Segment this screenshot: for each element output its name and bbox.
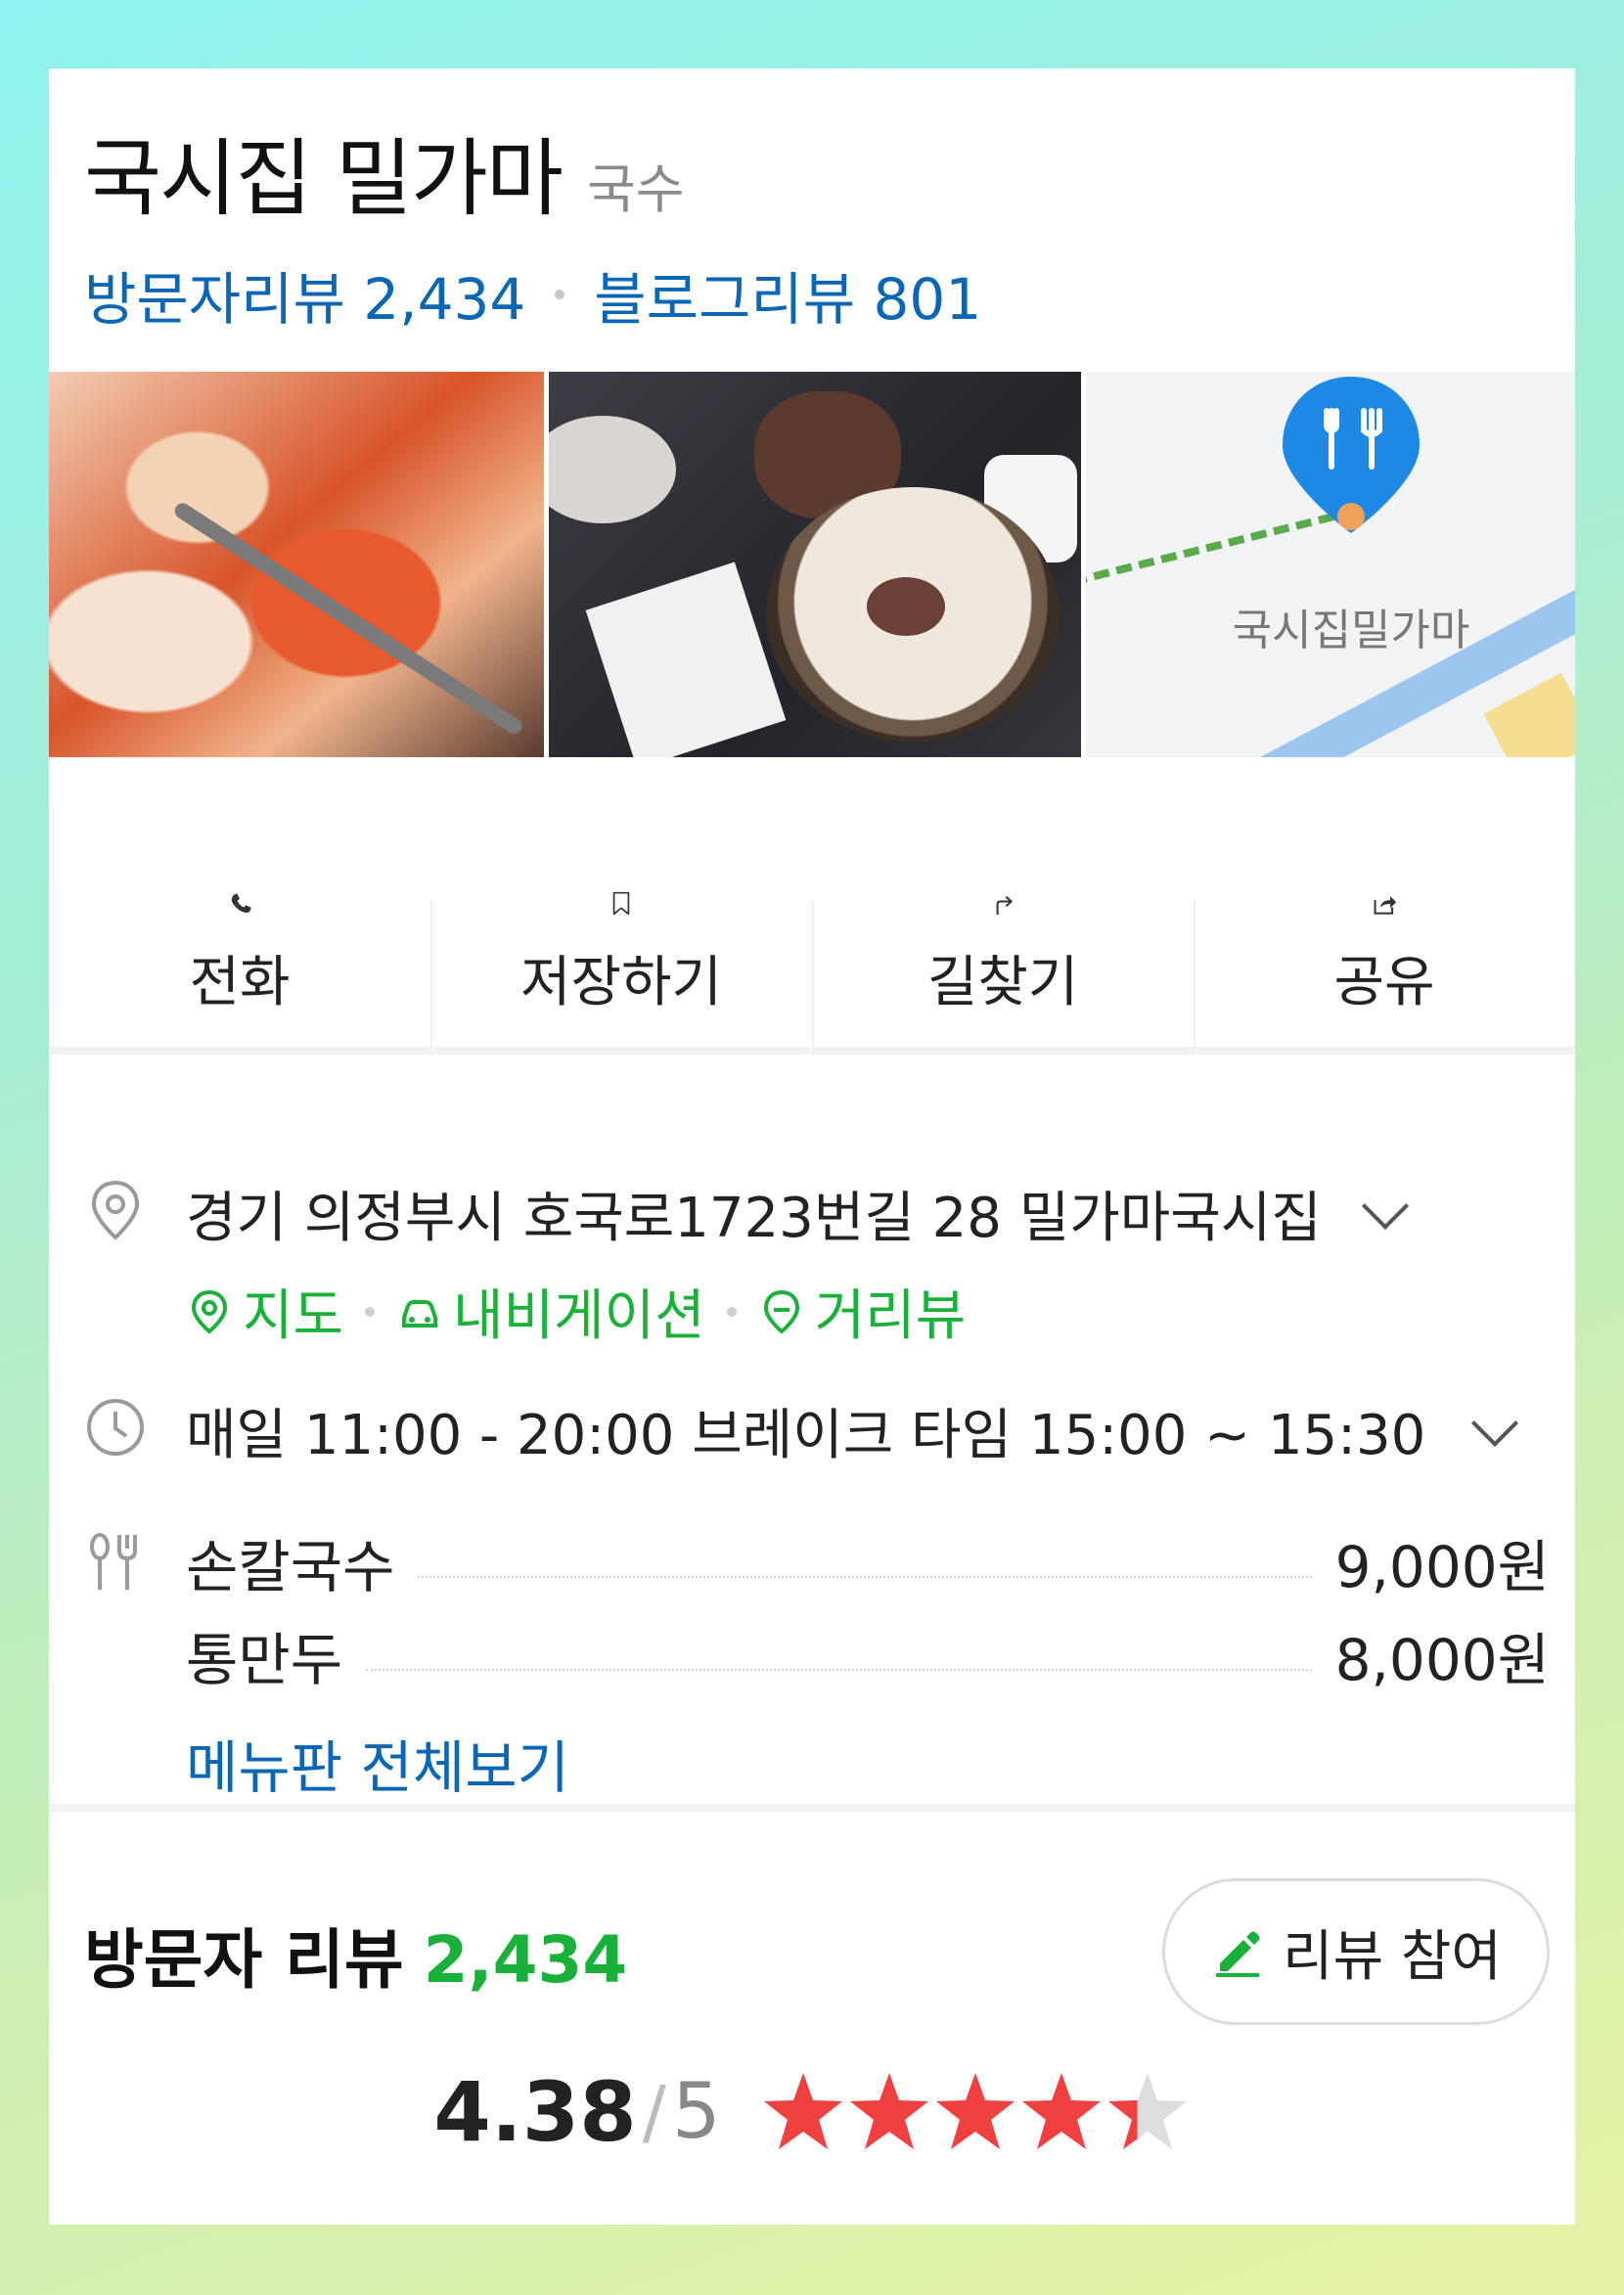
place-category: 국수 — [587, 158, 685, 220]
separator-dot — [555, 290, 565, 299]
call-label: 전화 — [189, 951, 291, 1014]
directions-icon — [996, 895, 1013, 915]
menu-item-name: 통만두 — [186, 1627, 343, 1693]
menu-item-price: 8,000원 — [1334, 1627, 1550, 1693]
save-label: 저장하기 — [519, 951, 723, 1014]
write-review-label: 리뷰 참여 — [1283, 1924, 1502, 1989]
star-icon — [1107, 2073, 1187, 2149]
map-thumbnail[interactable]: 국시집밀가마 — [1085, 372, 1575, 757]
menu-item: 손칼국수 9,000원 — [186, 1521, 1550, 1603]
directions-button[interactable]: 길찾기 — [812, 822, 1194, 1057]
utensils-icon — [90, 1533, 137, 1590]
map-link-label: 지도 — [243, 1284, 344, 1348]
map-link[interactable]: 지도 — [186, 1272, 343, 1351]
star-icon — [763, 2073, 842, 2149]
star-icon — [935, 2073, 1015, 2149]
pencil-icon — [1216, 1931, 1260, 1977]
address-text[interactable]: 경기 의정부시 호국로1723번길 28 밀가마국시집 — [186, 1174, 1409, 1253]
save-button[interactable]: 저장하기 — [430, 822, 812, 1057]
visitor-review-count: 2,434 — [423, 1922, 628, 1998]
menu-item-price: 9,000원 — [1334, 1534, 1550, 1600]
share-icon — [1374, 896, 1397, 915]
visitor-review-link[interactable]: 방문자리뷰 2,434 — [84, 253, 525, 336]
menu-item-name: 손칼국수 — [186, 1534, 395, 1600]
directions-label: 길찾기 — [926, 951, 1079, 1014]
clock-icon — [87, 1399, 144, 1456]
street-view-link-label: 거리뷰 — [814, 1284, 967, 1348]
chevron-down-icon[interactable] — [1471, 1399, 1519, 1448]
star-icon — [1021, 2073, 1101, 2149]
section-divider — [49, 1047, 1575, 1055]
car-icon — [402, 1299, 438, 1328]
dotted-leader — [366, 1640, 1312, 1671]
view-full-menu-link[interactable]: 메뉴판 전체보기 — [186, 1722, 569, 1804]
rating-summary: 4.38 / 5 — [49, 2064, 1575, 2160]
business-hours[interactable]: 매일 11:00 - 20:00 브레이크 타임 15:00 ~ 15:30 — [186, 1391, 1519, 1470]
navigation-link[interactable]: 내비게이션 — [396, 1272, 705, 1351]
section-divider — [49, 1804, 1575, 1812]
visitor-review-heading: 방문자 리뷰 2,434 — [84, 1908, 627, 2002]
map-area — [1483, 672, 1575, 757]
write-review-button[interactable]: 리뷰 참여 — [1162, 1878, 1550, 2025]
call-button[interactable]: 전화 — [49, 822, 430, 1017]
place-card: 국시집 밀가마 국수 방문자리뷰 2,434 블로그리뷰 801 국시집밀가마 … — [49, 68, 1575, 2225]
chopsticks — [171, 500, 525, 738]
street-view-link[interactable]: 거리뷰 — [758, 1272, 967, 1351]
separator-dot — [365, 1306, 376, 1317]
star-rating — [760, 2069, 1191, 2155]
rating-max: 5 — [671, 2068, 721, 2156]
star-icon — [849, 2073, 928, 2149]
photo-kimchi[interactable] — [49, 372, 545, 757]
rating-score: 4.38 — [433, 2064, 637, 2160]
bookmark-icon — [612, 891, 630, 916]
separator-dot — [726, 1306, 737, 1317]
phone-icon — [231, 893, 251, 913]
share-label: 공유 — [1333, 951, 1435, 1014]
map-pin-icon — [191, 1289, 228, 1334]
meat-topping — [867, 577, 946, 636]
rating-slash: / — [642, 2071, 666, 2153]
blog-review-link[interactable]: 블로그리뷰 801 — [594, 253, 981, 336]
photo-kalguksu[interactable] — [549, 372, 1081, 757]
plate — [549, 416, 677, 523]
address-value: 경기 의정부시 호국로1723번길 28 밀가마국시집 — [186, 1187, 1322, 1250]
place-header: 국시집 밀가마 국수 방문자리뷰 2,434 블로그리뷰 801 — [84, 110, 1540, 336]
napkin — [586, 562, 787, 757]
street-view-icon — [763, 1289, 799, 1334]
location-links: 지도 내비게이션 거리뷰 — [186, 1272, 966, 1351]
map-place-label: 국시집밀가마 — [1232, 606, 1470, 655]
share-button[interactable]: 공유 — [1194, 822, 1575, 1057]
hours-value: 매일 11:00 - 20:00 브레이크 타임 15:00 ~ 15:30 — [186, 1404, 1426, 1467]
menu-item: 통만두 8,000원 — [186, 1614, 1550, 1696]
chevron-down-icon[interactable] — [1361, 1182, 1409, 1231]
dotted-leader — [418, 1547, 1312, 1578]
restaurant-pin-icon — [1282, 377, 1420, 533]
photo-strip: 국시집밀가마 — [49, 372, 1575, 757]
location-pin-icon — [91, 1180, 140, 1240]
action-bar: 전화 저장하기 길찾기 공유 — [49, 822, 1575, 1057]
navigation-link-label: 내비게이션 — [453, 1284, 705, 1348]
place-name: 국시집 밀가마 — [84, 130, 564, 228]
visitor-review-title: 방문자 리뷰 — [84, 1922, 404, 1998]
